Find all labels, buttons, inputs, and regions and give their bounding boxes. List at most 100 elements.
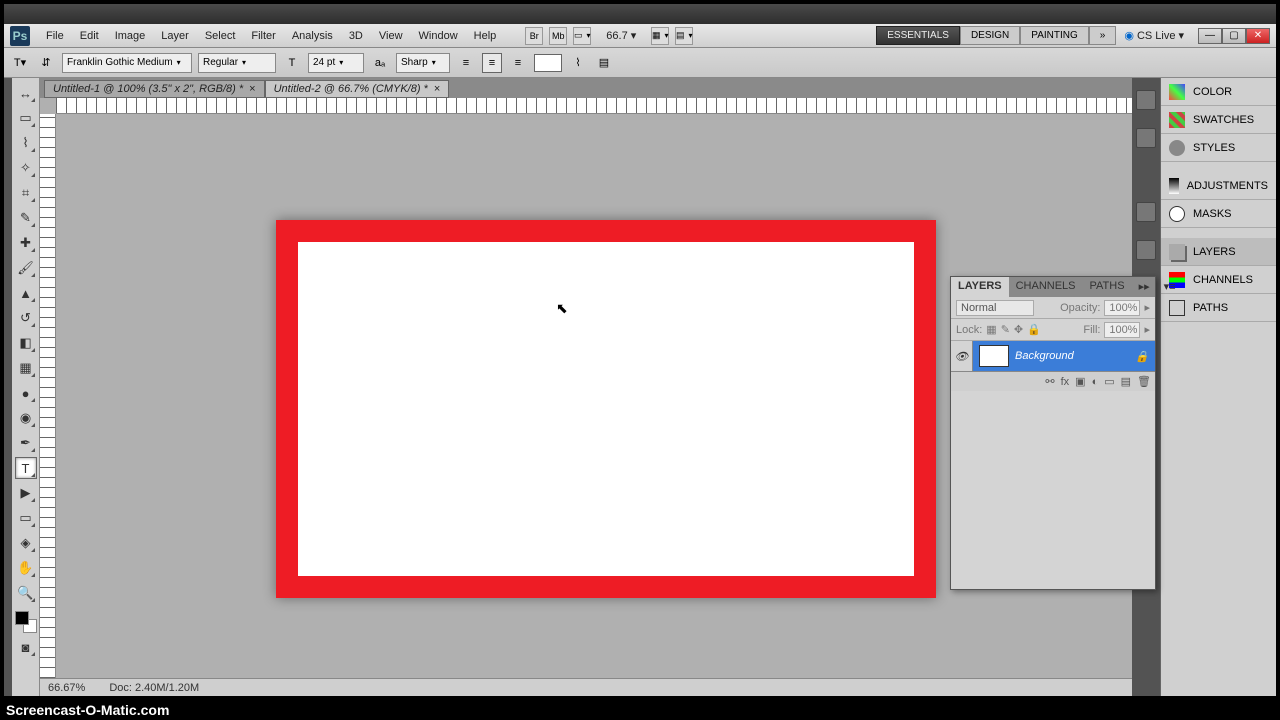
gradient-tool[interactable]: ▦ xyxy=(15,357,37,379)
font-size-select[interactable]: 24 pt xyxy=(308,53,364,73)
actions-icon[interactable] xyxy=(1136,128,1156,148)
layer-background[interactable]: 👁 Background 🔒 xyxy=(951,341,1155,371)
delete-layer-icon[interactable]: 🗑 xyxy=(1137,375,1151,388)
menu-view[interactable]: View xyxy=(371,27,411,45)
lock-pixels-icon[interactable]: ✎ xyxy=(1001,323,1010,336)
workspace-painting[interactable]: PAINTING xyxy=(1020,26,1088,45)
status-doc[interactable]: Doc: 2.40M/1.20M xyxy=(109,682,199,694)
antialias-select[interactable]: Sharp xyxy=(396,53,450,73)
link-layers-icon[interactable]: ⚯ xyxy=(1045,375,1054,388)
new-layer-icon[interactable]: ▤ xyxy=(1121,375,1131,388)
quickmask-icon[interactable]: ◙ xyxy=(15,636,37,658)
menu-analysis[interactable]: Analysis xyxy=(284,27,341,45)
dock-masks[interactable]: MASKS xyxy=(1161,200,1276,228)
text-color-swatch[interactable] xyxy=(534,54,562,72)
fx-icon[interactable]: fx xyxy=(1061,376,1070,388)
visibility-icon[interactable]: 👁 xyxy=(951,341,973,371)
dodge-tool[interactable]: ◉ xyxy=(15,407,37,429)
path-select-tool[interactable]: ▶ xyxy=(15,482,37,504)
color-swatches[interactable] xyxy=(15,611,37,633)
layer-thumbnail[interactable] xyxy=(979,345,1009,367)
minibridge-icon[interactable]: Mb xyxy=(549,27,567,45)
ruler-vertical[interactable] xyxy=(40,114,56,678)
bridge-icon[interactable]: Br xyxy=(525,27,543,45)
workspace-more[interactable]: » xyxy=(1089,26,1117,45)
menu-layer[interactable]: Layer xyxy=(153,27,197,45)
pen-tool[interactable]: ✒ xyxy=(15,432,37,454)
dock-layers[interactable]: LAYERS xyxy=(1161,238,1276,266)
blend-mode-select[interactable]: Normal xyxy=(956,300,1034,316)
doc-tab-1[interactable]: Untitled-1 @ 100% (3.5" x 2", RGB/8) *× xyxy=(44,80,265,98)
zoom-tool[interactable]: 🔍 xyxy=(15,582,37,604)
shape-tool[interactable]: ▭ xyxy=(15,507,37,529)
hand-tool[interactable]: ✋ xyxy=(15,557,37,579)
menu-filter[interactable]: Filter xyxy=(243,27,283,45)
3d-tool[interactable]: ◈ xyxy=(15,532,37,554)
lock-all-icon[interactable]: 🔒 xyxy=(1027,323,1041,336)
menu-3d[interactable]: 3D xyxy=(341,27,371,45)
tool-preset-icon[interactable]: T▾ xyxy=(10,53,30,73)
font-weight-select[interactable]: Regular xyxy=(198,53,276,73)
layer-name[interactable]: Background xyxy=(1015,350,1074,362)
opacity-input[interactable]: 100% xyxy=(1104,300,1140,316)
character-icon[interactable] xyxy=(1136,202,1156,222)
paths-tab[interactable]: PATHS xyxy=(1083,277,1132,297)
history-brush-tool[interactable]: ↺ xyxy=(15,307,37,329)
screen-mode-icon[interactable]: ▭ xyxy=(573,27,591,45)
group-icon[interactable]: ▭ xyxy=(1104,375,1114,388)
history-icon[interactable] xyxy=(1136,90,1156,110)
brush-tool[interactable]: 🖌 xyxy=(15,257,37,279)
status-zoom[interactable]: 66.67% xyxy=(48,682,85,694)
minimize-button[interactable]: — xyxy=(1198,28,1222,44)
document-inner[interactable]: ⬉ xyxy=(298,242,914,576)
workspace-essentials[interactable]: ESSENTIALS xyxy=(876,26,960,45)
blur-tool[interactable]: ● xyxy=(15,382,37,404)
channels-tab[interactable]: CHANNELS xyxy=(1009,277,1083,297)
dock-adjustments[interactable]: ADJUSTMENTS xyxy=(1161,172,1276,200)
marquee-tool[interactable]: ▭ xyxy=(15,107,37,129)
close-button[interactable]: ✕ xyxy=(1246,28,1270,44)
dock-styles[interactable]: STYLES xyxy=(1161,134,1276,162)
eraser-tool[interactable]: ◧ xyxy=(15,332,37,354)
lock-transparency-icon[interactable]: ▦ xyxy=(986,323,996,336)
paragraph-icon[interactable] xyxy=(1136,240,1156,260)
menu-select[interactable]: Select xyxy=(197,27,244,45)
character-panel-icon[interactable]: ▤ xyxy=(594,53,614,73)
doc-tab-2[interactable]: Untitled-2 @ 66.7% (CMYK/8) *× xyxy=(265,80,450,98)
lock-position-icon[interactable]: ✥ xyxy=(1014,323,1023,336)
crop-tool[interactable]: ⌗ xyxy=(15,182,37,204)
dock-swatches[interactable]: SWATCHES xyxy=(1161,106,1276,134)
workspace-design[interactable]: DESIGN xyxy=(960,26,1020,45)
dock-color[interactable]: COLOR xyxy=(1161,78,1276,106)
font-family-select[interactable]: Franklin Gothic Medium xyxy=(62,53,192,73)
zoom-display[interactable]: 66.7 ▾ xyxy=(606,29,636,42)
document[interactable]: ⬉ xyxy=(276,220,936,598)
dock-paths[interactable]: PATHS xyxy=(1161,294,1276,322)
maximize-button[interactable]: ▢ xyxy=(1222,28,1246,44)
heal-tool[interactable]: ✚ xyxy=(15,232,37,254)
menu-window[interactable]: Window xyxy=(411,27,466,45)
panel-menu-icon[interactable]: ▾≡ xyxy=(1157,277,1183,297)
type-tool[interactable]: T xyxy=(15,457,37,479)
close-tab-icon[interactable]: × xyxy=(249,83,255,95)
align-left-icon[interactable]: ≡ xyxy=(456,53,476,73)
menu-help[interactable]: Help xyxy=(466,27,505,45)
adjustment-layer-icon[interactable]: ◐ xyxy=(1092,376,1099,388)
eyedropper-tool[interactable]: ✎ xyxy=(15,207,37,229)
arrange-icon[interactable]: ▦ xyxy=(651,27,669,45)
ruler-horizontal[interactable] xyxy=(56,98,1132,114)
align-right-icon[interactable]: ≡ xyxy=(508,53,528,73)
move-tool[interactable]: ↔ xyxy=(15,82,37,104)
lasso-tool[interactable]: ⌇ xyxy=(15,132,37,154)
warp-text-icon[interactable]: ⌇ xyxy=(568,53,588,73)
fill-input[interactable]: 100% xyxy=(1104,322,1140,338)
align-center-icon[interactable]: ≡ xyxy=(482,53,502,73)
menu-file[interactable]: File xyxy=(38,27,72,45)
panel-collapse-icon[interactable]: ▸▸ xyxy=(1132,277,1157,297)
mask-icon[interactable]: ▣ xyxy=(1075,375,1085,388)
menu-image[interactable]: Image xyxy=(107,27,154,45)
menu-edit[interactable]: Edit xyxy=(72,27,107,45)
cs-live[interactable]: ◉CS Live▾ xyxy=(1124,29,1184,42)
stamp-tool[interactable]: ▲ xyxy=(15,282,37,304)
orientation-icon[interactable]: ⇵ xyxy=(36,53,56,73)
